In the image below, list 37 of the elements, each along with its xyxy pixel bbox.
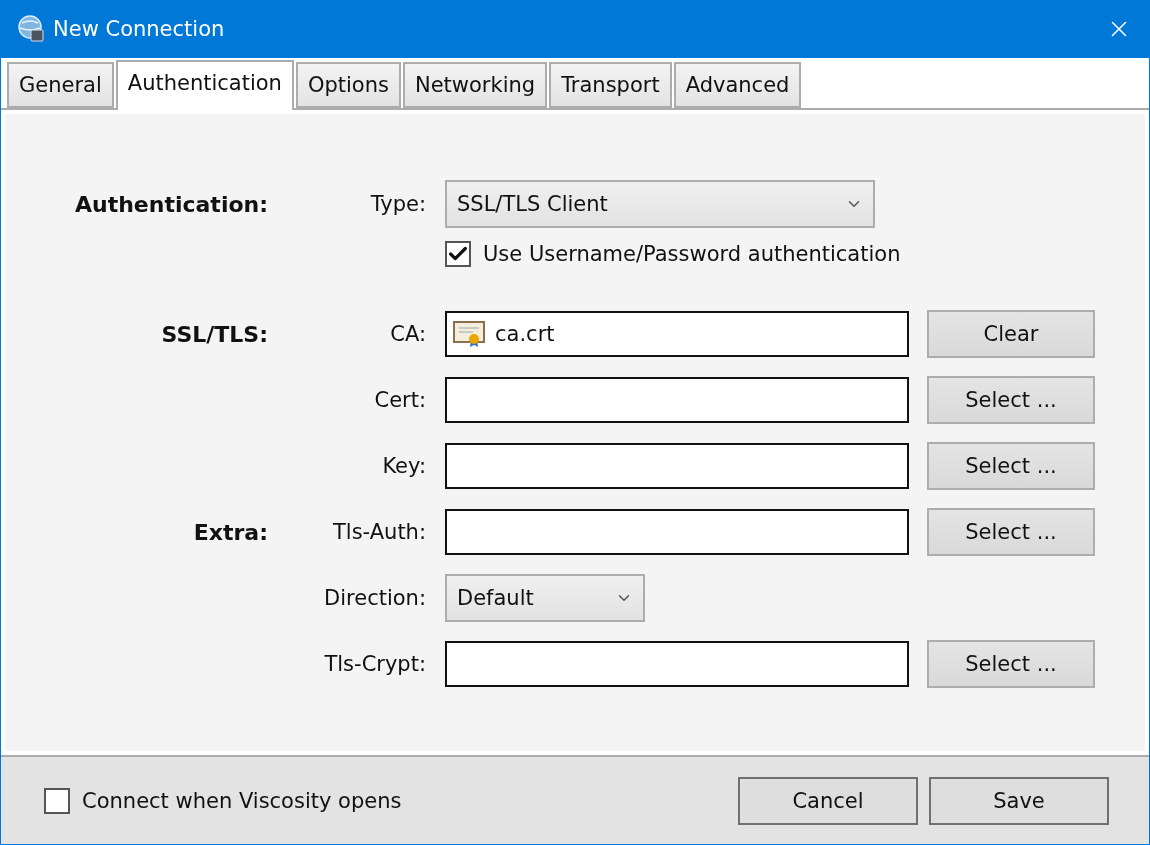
checkbox[interactable] [44, 787, 70, 814]
tab[interactable]: Networking [402, 62, 548, 108]
checkbox[interactable] [445, 241, 471, 267]
certificate-icon [453, 320, 485, 348]
file-field[interactable] [445, 641, 909, 687]
tab[interactable]: Advanced [673, 62, 802, 108]
file-field[interactable] [445, 509, 909, 555]
tab[interactable]: General [7, 62, 114, 108]
checkbox-label: Use Username/Password authentication [483, 242, 901, 266]
file-button[interactable]: Select ... [927, 376, 1095, 424]
globe-icon [17, 15, 45, 43]
checkbox-label: Connect when Viscosity opens [82, 788, 402, 813]
field-label: Type: [370, 192, 426, 216]
field-label: Tls-Crypt: [324, 652, 426, 676]
section-label: Extra: [193, 519, 268, 545]
field-label: Direction: [324, 586, 426, 610]
tab[interactable]: Authentication [115, 60, 294, 110]
window-title: New Connection [53, 17, 226, 41]
dialog-button[interactable]: Cancel [738, 776, 918, 825]
dropdown[interactable]: SSL/TLS Client [445, 180, 875, 228]
field-label: CA: [390, 322, 426, 346]
section-label: Authentication: [74, 191, 268, 217]
section-label: SSL/TLS: [161, 321, 268, 347]
file-field[interactable] [445, 443, 909, 489]
field-label: Key: [382, 454, 426, 478]
file-button[interactable]: Select ... [927, 442, 1095, 490]
field-label: Cert: [374, 388, 426, 412]
tab[interactable]: Transport [549, 62, 672, 108]
field-label: Tls-Auth: [333, 520, 426, 544]
tab[interactable]: Options [295, 62, 401, 108]
file-button[interactable]: Select ... [927, 640, 1095, 688]
file-field[interactable]: ca.crt [445, 311, 909, 357]
dialog-button[interactable]: Save [929, 776, 1109, 825]
file-field[interactable] [445, 377, 909, 423]
dropdown[interactable]: Default [445, 574, 645, 622]
file-button[interactable]: Clear [927, 310, 1095, 358]
file-button[interactable]: Select ... [927, 508, 1095, 556]
